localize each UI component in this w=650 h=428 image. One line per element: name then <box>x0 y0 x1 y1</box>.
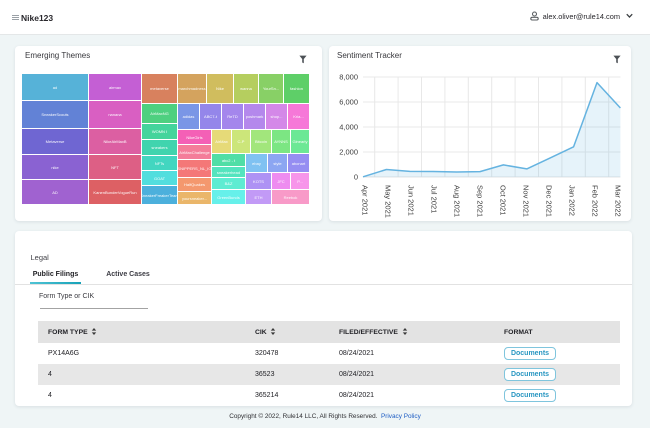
svg-text:2,000: 2,000 <box>339 148 358 157</box>
svg-text:6,000: 6,000 <box>339 98 358 107</box>
svg-text:Sep 2021: Sep 2021 <box>476 185 485 217</box>
svg-text:Dec 2021: Dec 2021 <box>545 185 554 217</box>
svg-text:Jan 2022: Jan 2022 <box>568 185 577 216</box>
svg-text:Nov 2021: Nov 2021 <box>522 185 531 217</box>
svg-text:Oct 2021: Oct 2021 <box>499 185 508 215</box>
svg-text:Feb 2022: Feb 2022 <box>591 185 600 217</box>
svg-text:May 2021: May 2021 <box>384 185 393 218</box>
svg-text:Jun 2021: Jun 2021 <box>407 185 416 216</box>
svg-text:Aug 2021: Aug 2021 <box>453 185 462 217</box>
svg-text:8,000: 8,000 <box>339 73 358 82</box>
svg-text:4,000: 4,000 <box>339 123 358 132</box>
svg-text:Apr 2021: Apr 2021 <box>361 185 370 215</box>
svg-text:0: 0 <box>354 173 358 182</box>
svg-text:Jul 2021: Jul 2021 <box>430 185 439 213</box>
svg-text:Mar 2022: Mar 2022 <box>614 185 623 217</box>
